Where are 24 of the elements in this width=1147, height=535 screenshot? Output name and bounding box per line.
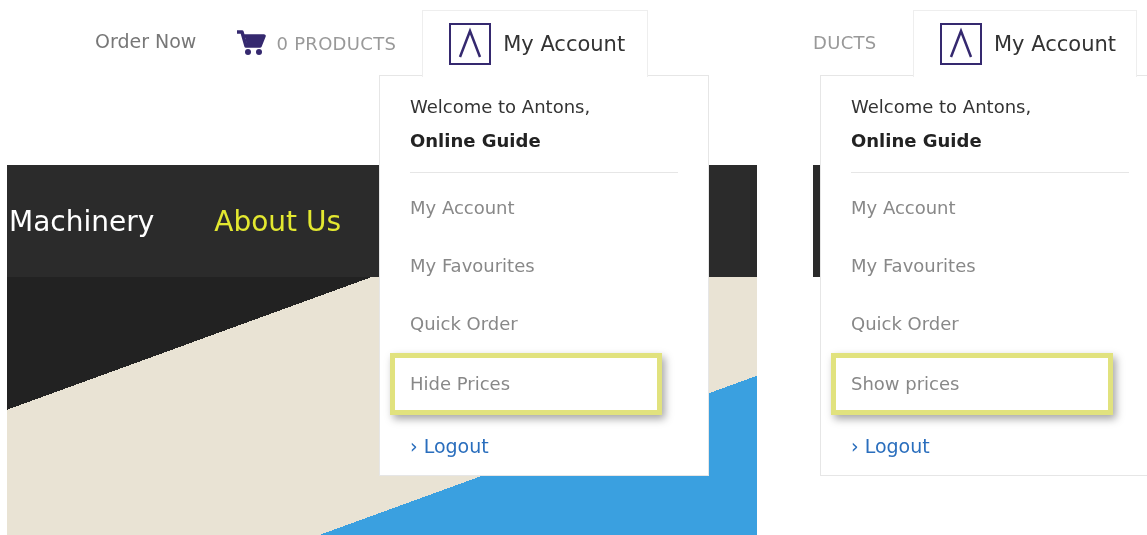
nav-link[interactable]: Machinery <box>9 204 155 238</box>
menu-item[interactable]: My Favourites <box>410 237 678 295</box>
welcome-text: Welcome to Antons, <box>851 95 1033 119</box>
menu-item[interactable]: My Account <box>851 179 1129 237</box>
logout-link[interactable]: › Logout <box>410 435 678 457</box>
account-logo-icon <box>940 23 982 65</box>
logout-link[interactable]: › Logout <box>851 435 1129 457</box>
account-tab[interactable]: My Account <box>913 10 1137 77</box>
cart-products-link[interactable]: 0 PRODUCTS <box>276 32 397 54</box>
menu-item[interactable]: Quick Order <box>851 295 1129 353</box>
user-name: Online Guide <box>851 129 983 153</box>
menu-item[interactable]: Hide Prices <box>390 353 662 415</box>
account-tab[interactable]: My Account <box>422 10 649 77</box>
cart-icon[interactable] <box>236 30 267 56</box>
menu-item[interactable]: Quick Order <box>410 295 678 353</box>
cart-products-link[interactable]: DUCTS <box>813 32 877 53</box>
menu-item[interactable]: My Account <box>410 179 678 237</box>
account-logo-icon <box>449 23 492 65</box>
user-name: Online Guide <box>410 129 542 153</box>
welcome-text: Welcome to Antons, <box>410 95 592 119</box>
nav-link[interactable]: About Us <box>214 204 342 238</box>
order-now-link[interactable]: Order Now <box>95 30 197 52</box>
menu-item[interactable]: Show prices <box>831 353 1113 415</box>
menu-item[interactable]: My Favourites <box>851 237 1129 295</box>
